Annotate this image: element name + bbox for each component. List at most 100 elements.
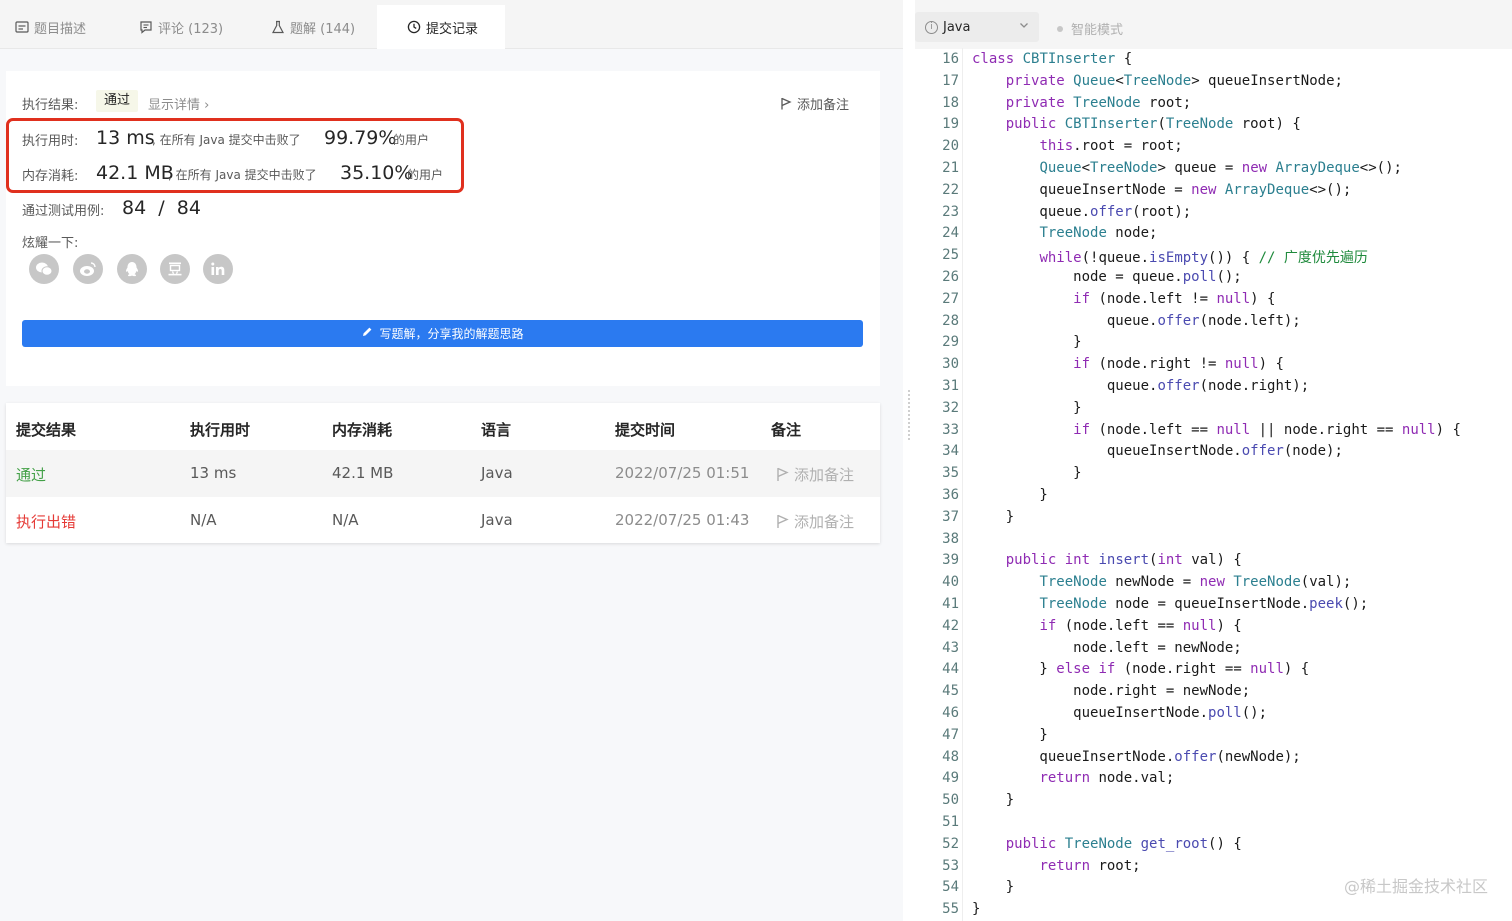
line-number: 38 <box>942 530 959 547</box>
line-number: 53 <box>942 857 959 874</box>
tab-label: 题目描述 <box>34 21 87 37</box>
pane-splitter[interactable] <box>903 0 915 921</box>
share-label: 炫耀一下: <box>22 236 79 251</box>
code-line[interactable]: queueInsertNode.poll(); <box>972 705 1267 721</box>
line-number: 46 <box>942 705 959 721</box>
write-solution-button[interactable]: 写题解，分享我的解题思路 <box>22 320 863 347</box>
code-line[interactable]: queueInsertNode = new ArrayDeque<>(); <box>972 182 1351 198</box>
code-line[interactable]: } <box>972 901 980 917</box>
smart-mode-label: 智能模式 <box>1071 23 1124 38</box>
code-line[interactable]: } <box>972 334 1081 350</box>
code-line[interactable]: } <box>972 727 1047 743</box>
smart-mode-toggle[interactable]: 智能模式 <box>1057 19 1123 38</box>
code-line[interactable]: Queue<TreeNode> queue = new ArrayDeque<>… <box>972 160 1402 176</box>
line-number: 40 <box>942 574 959 591</box>
code-line[interactable]: } <box>972 487 1047 503</box>
wechat-icon[interactable] <box>29 254 59 284</box>
code-line[interactable]: queueInsertNode.offer(newNode); <box>972 749 1300 765</box>
douban-icon[interactable] <box>160 254 190 284</box>
code-line[interactable]: private Queue<TreeNode> queueInsertNode; <box>972 73 1343 89</box>
line-number: 50 <box>942 792 959 809</box>
code-line[interactable]: private TreeNode root; <box>972 95 1191 111</box>
code-line[interactable]: TreeNode newNode = new TreeNode(val); <box>972 574 1351 590</box>
code-line[interactable]: } else if (node.right == null) { <box>972 661 1309 677</box>
drag-handle-icon[interactable] <box>908 390 910 440</box>
code-line[interactable]: queue.offer(root); <box>972 204 1191 220</box>
tab-submissions[interactable]: 提交记录 <box>377 5 505 49</box>
code-line[interactable]: } <box>972 509 1014 525</box>
row-add-note-button[interactable]: 添加备注 <box>776 464 854 485</box>
code-line[interactable]: public CBTInserter(TreeNode root) { <box>972 116 1301 132</box>
column-header: 提交时间 <box>615 421 676 439</box>
language-select[interactable]: i Java <box>915 12 1039 42</box>
tab-comments[interactable]: 评论 (123) <box>138 5 223 49</box>
info-icon: i <box>925 20 938 34</box>
line-number: 48 <box>942 748 959 765</box>
line-number: 37 <box>942 508 959 525</box>
code-line[interactable]: if (node.left != null) { <box>972 291 1275 307</box>
line-number: 22 <box>942 181 959 198</box>
line-number: 43 <box>942 639 959 656</box>
line-number: 27 <box>942 290 959 307</box>
show-details-link[interactable]: 显示详情 › <box>148 94 209 113</box>
column-header: 提交结果 <box>16 421 77 439</box>
code-line[interactable]: } <box>972 400 1081 416</box>
code-line[interactable]: node.right = newNode; <box>972 683 1250 699</box>
line-number: 49 <box>942 770 959 787</box>
code-line[interactable]: queue.offer(node.right); <box>972 378 1309 394</box>
line-number: 35 <box>942 465 959 482</box>
submission-status[interactable]: 通过 <box>16 464 46 485</box>
code-line[interactable]: queue.offer(node.left); <box>972 313 1301 329</box>
line-number: 24 <box>942 225 959 242</box>
weibo-icon[interactable] <box>73 254 103 284</box>
table-row[interactable]: 通过 13 ms 42.1 MB Java 2022/07/25 01:51 添… <box>6 450 880 497</box>
code-line[interactable]: if (node.left == null) { <box>972 618 1241 634</box>
code-line[interactable]: public int insert(int val) { <box>972 552 1242 568</box>
column-header: 语言 <box>481 421 512 439</box>
code-line[interactable]: while(!queue.isEmpty()) { // 广度优先遍历 <box>972 247 1367 267</box>
add-note-button[interactable]: 添加备注 <box>780 94 849 113</box>
line-number: 31 <box>942 378 959 394</box>
row-add-note-button[interactable]: 添加备注 <box>776 511 854 532</box>
clock-icon <box>406 19 422 35</box>
submission-status[interactable]: 执行出错 <box>16 511 76 532</box>
code-line[interactable]: TreeNode node; <box>972 225 1157 241</box>
submission-runtime: 13 ms <box>190 464 237 482</box>
code-line[interactable]: return root; <box>972 858 1140 874</box>
pencil-icon <box>361 326 373 341</box>
code-line[interactable]: } <box>972 879 1014 895</box>
row-add-note-label: 添加备注 <box>794 466 855 484</box>
line-number: 28 <box>942 312 959 329</box>
flag-icon <box>776 514 789 529</box>
code-line[interactable]: TreeNode node = queueInsertNode.peek(); <box>972 596 1368 612</box>
submissions-table: 提交结果 执行用时 内存消耗 语言 提交时间 备注 通过 13 ms 42.1 … <box>6 403 880 543</box>
comment-icon <box>138 19 154 35</box>
table-row[interactable]: 执行出错 N/A N/A Java 2022/07/25 01:43 添加备注 <box>6 497 880 544</box>
line-number: 34 <box>942 443 959 460</box>
code-line[interactable]: } <box>972 465 1081 481</box>
language-value: Java <box>943 19 971 35</box>
submission-language: Java <box>481 464 513 482</box>
code-line[interactable]: return node.val; <box>972 770 1174 786</box>
line-number: 16 <box>942 51 959 67</box>
code-line[interactable]: if (node.right != null) { <box>972 356 1284 372</box>
code-line[interactable]: if (node.left == null || node.right == n… <box>972 422 1461 438</box>
line-gutter-divider <box>962 48 963 921</box>
code-editor-panel: i Java 智能模式 16 class CBTInserter {17 priv… <box>915 0 1512 921</box>
line-number: 20 <box>942 138 959 155</box>
code-line[interactable]: class CBTInserter { <box>972 51 1132 67</box>
code-line[interactable]: } <box>972 792 1014 808</box>
code-line[interactable]: queueInsertNode.offer(node); <box>972 443 1343 459</box>
code-line[interactable]: node = queue.poll(); <box>972 269 1242 285</box>
highlight-box <box>6 118 464 193</box>
line-number: 39 <box>942 552 959 569</box>
qq-icon[interactable] <box>117 254 147 284</box>
linkedin-icon[interactable] <box>203 254 233 284</box>
tab-solutions[interactable]: 题解 (144) <box>270 5 355 49</box>
add-note-label: 添加备注 <box>797 98 850 113</box>
code-line[interactable]: node.left = newNode; <box>972 640 1242 656</box>
tab-description[interactable]: 题目描述 <box>14 5 86 49</box>
code-line[interactable]: this.root = root; <box>972 138 1182 154</box>
code-line[interactable]: public TreeNode get_root() { <box>972 836 1242 852</box>
row-add-note-label: 添加备注 <box>794 513 855 531</box>
